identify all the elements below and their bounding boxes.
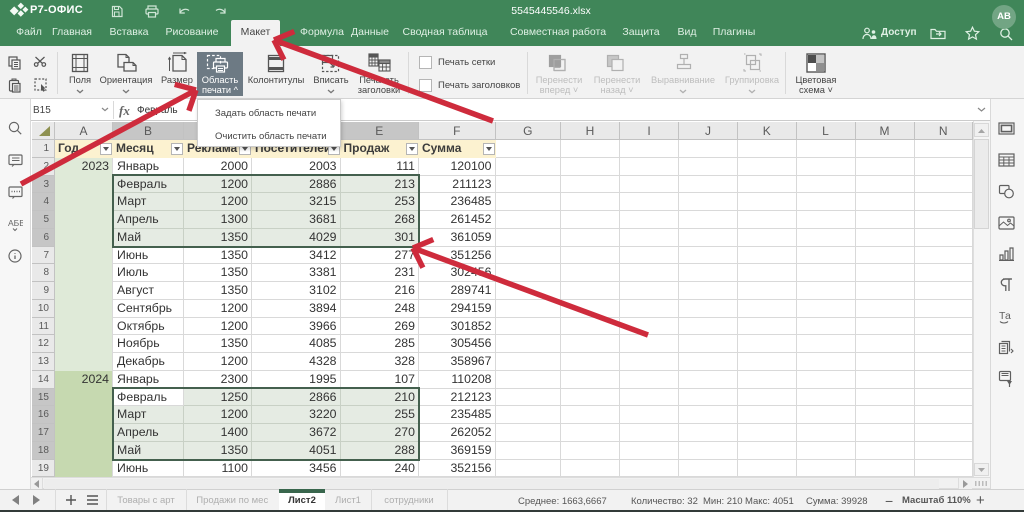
svg-text:Та: Та <box>999 310 1011 322</box>
svg-text:АБВ: АБВ <box>8 218 23 228</box>
